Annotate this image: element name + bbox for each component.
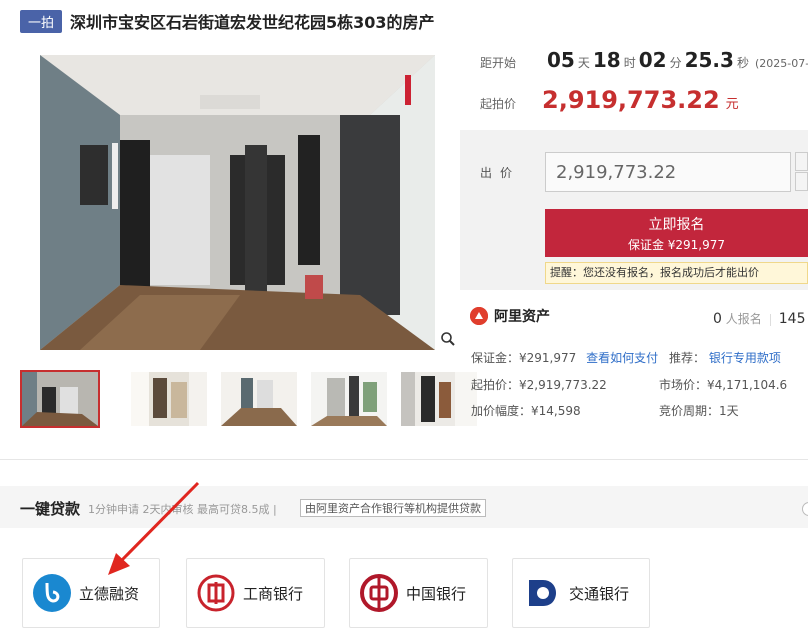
register-label: 立即报名	[648, 216, 705, 233]
recommend-label: 推荐：	[669, 351, 706, 365]
platform-brand[interactable]: 阿里资产	[470, 306, 550, 326]
register-button[interactable]: 立即报名 保证金 ¥291,977	[545, 209, 808, 257]
thumbnail-5[interactable]	[401, 372, 477, 426]
thumbnail-4[interactable]	[311, 372, 387, 426]
main-property-photo[interactable]	[40, 55, 435, 350]
signup-count: 0	[713, 311, 722, 327]
countdown-hours: 18	[592, 48, 621, 72]
hours-unit: 时	[623, 56, 636, 70]
page-title: 深圳市宝安区石岩街道宏发世纪花园5栋303的房产	[70, 13, 435, 32]
recommend-info: 推荐： 银行专用款项	[669, 349, 781, 366]
detail-start-price: 起拍价：¥2,919,773.22	[471, 378, 607, 392]
bank-name-icbc: 工商银行	[243, 584, 304, 603]
countdown-label: 距开始	[480, 56, 517, 70]
auction-round-badge: 一拍	[20, 9, 63, 33]
icbc-logo-icon	[197, 574, 235, 612]
ali-asset-logo-icon	[470, 307, 488, 325]
loan-title: 一键贷款	[20, 500, 81, 518]
seconds-unit: 秒	[736, 56, 749, 70]
countdown-minutes: 02	[638, 48, 667, 72]
start-price-value: 2,919,773.22	[542, 86, 720, 114]
countdown-date: (2025-07-27	[754, 57, 808, 70]
bocom-logo-icon	[523, 574, 561, 612]
price-increment: 加价幅度：¥14,598	[471, 404, 581, 418]
thumbnail-2[interactable]	[131, 372, 207, 426]
divider	[769, 313, 771, 326]
countdown-days: 05	[547, 48, 575, 72]
signup-label: 人报名	[725, 312, 762, 326]
bid-cycle: 竞价周期：1天	[659, 404, 739, 418]
countdown: 距开始 05 天 18 时 02 分 25.3 秒 (2025-07-27	[480, 48, 808, 72]
bank-name-boc: 中国银行	[406, 584, 467, 603]
bid-decrease-button[interactable]	[795, 172, 808, 191]
lide-logo-icon	[33, 574, 71, 612]
register-tip: 提醒：您还没有报名，报名成功后才能出价	[545, 262, 808, 284]
bid-increase-button[interactable]	[795, 152, 808, 171]
minutes-unit: 分	[669, 56, 682, 70]
recommend-link[interactable]: 银行专用款项	[709, 351, 781, 365]
view-count: 145	[778, 311, 806, 327]
thumbnail-1[interactable]	[20, 370, 100, 428]
countdown-seconds: 25.3	[684, 48, 734, 72]
boc-logo-icon	[360, 574, 398, 612]
loan-provider-note: 由阿里资产合作银行等机构提供贷款	[300, 499, 486, 517]
start-price-row: 起拍价 2,919,773.22 元	[480, 86, 739, 114]
deposit-text: 保证金：¥291,977	[471, 351, 577, 365]
deposit-label: 保证金 ¥291,977	[627, 237, 726, 252]
thumbnail-3[interactable]	[221, 372, 297, 426]
signup-stats: 0 人报名 145	[713, 310, 806, 327]
platform-name: 阿里资产	[494, 309, 550, 325]
days-unit: 天	[577, 56, 590, 70]
section-divider	[0, 459, 808, 460]
loan-subtitle: 1分钟申请 2天内审核 最高可贷8.5成 |	[88, 503, 277, 516]
zoom-icon[interactable]	[437, 328, 459, 350]
bank-name-bocom: 交通银行	[569, 584, 630, 603]
deposit-info: 保证金：¥291,977 查看如何支付	[471, 349, 658, 366]
bank-name-lide: 立德融资	[79, 584, 140, 603]
bid-label: 出价	[480, 166, 521, 180]
bid-input[interactable]	[545, 152, 791, 192]
start-price-unit: 元	[725, 97, 739, 112]
bid-stepper[interactable]	[795, 152, 808, 192]
start-price-label: 起拍价	[480, 97, 517, 111]
title-row: 一拍 深圳市宝安区石岩街道宏发世纪花园5栋303的房产	[20, 8, 435, 34]
market-price: 市场价：¥4,171,104.6	[659, 378, 788, 392]
thumbnail-strip	[20, 370, 477, 428]
deposit-pay-link[interactable]: 查看如何支付	[586, 351, 658, 365]
